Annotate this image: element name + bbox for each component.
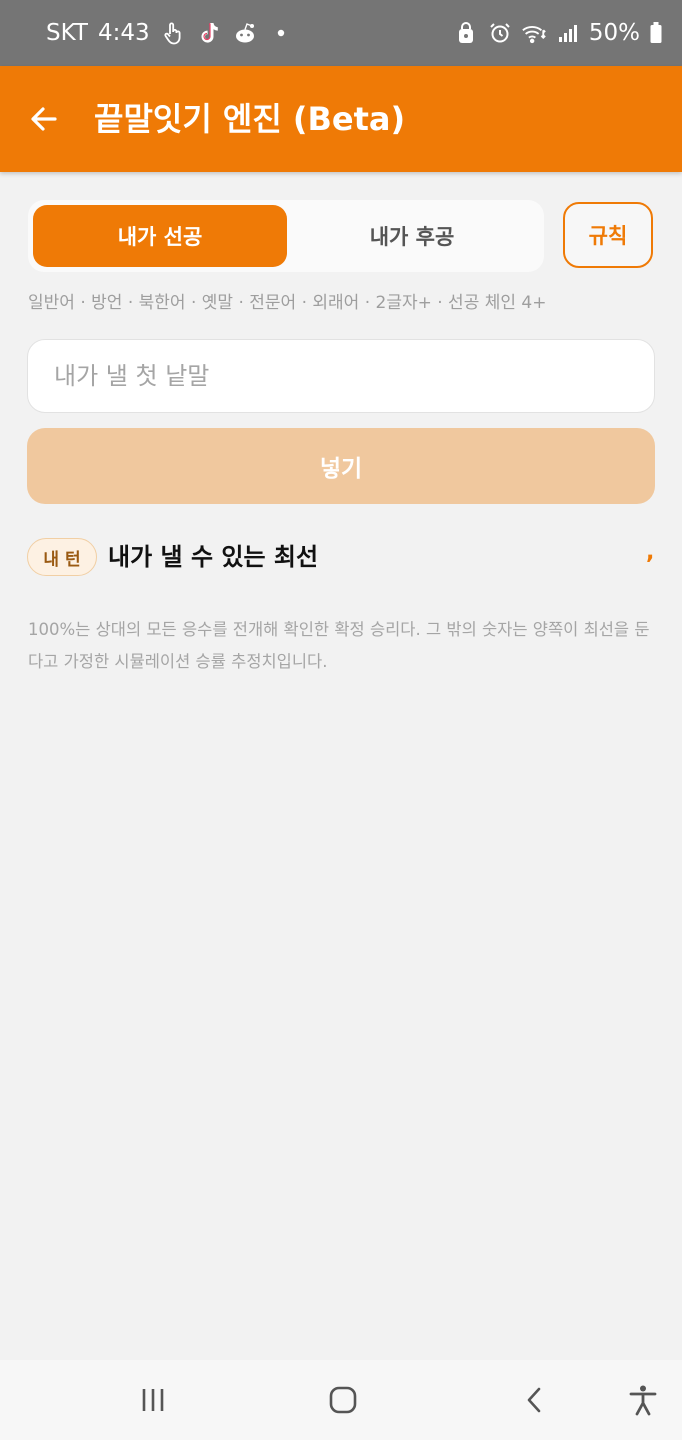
status-left: SKT 4:43 [46, 0, 294, 66]
status-right: 50% [453, 0, 664, 66]
touch-icon [160, 20, 186, 46]
page-title: 끝말잇기 엔진 (Beta) [94, 100, 406, 138]
signal-icon [555, 20, 581, 46]
alarm-icon [487, 20, 513, 46]
accessibility-button[interactable] [619, 1378, 667, 1422]
tab-go-first[interactable]: 내가 선공 [33, 205, 287, 267]
recent-apps-icon [142, 1389, 164, 1411]
filter-summary: 일반어 · 방언 · 북한어 · 옛말 · 전문어 · 외래어 · 2글자+ ·… [28, 293, 547, 313]
tab-go-second[interactable]: 내가 후공 [285, 205, 539, 267]
home-button[interactable] [319, 1378, 367, 1422]
status-bar: SKT 4:43 50% [0, 0, 682, 66]
carrier-label: SKT [46, 20, 88, 46]
system-nav-bar [0, 1360, 682, 1440]
arrow-left-icon [31, 107, 57, 131]
recent-apps-button[interactable] [129, 1378, 177, 1422]
vpn-lock-icon [453, 20, 479, 46]
battery-percent: 50% [588, 20, 640, 46]
section-mark: , [646, 540, 655, 565]
accessibility-icon [629, 1385, 657, 1416]
tiktok-icon [196, 20, 222, 46]
wifi-icon [521, 20, 547, 46]
turn-badge: 내 턴 [27, 538, 97, 576]
home-icon [329, 1386, 357, 1414]
clock: 4:43 [97, 20, 150, 46]
first-word-input[interactable] [27, 339, 655, 413]
app-bar: 끝말잇기 엔진 (Beta) [0, 66, 682, 172]
win-rate-note: 100%는 상대의 모든 응수를 전개해 확인한 확정 승리다. 그 밖의 숫자… [28, 620, 650, 671]
battery-icon [648, 20, 664, 46]
order-toggle: 내가 선공 내가 후공 [28, 200, 544, 272]
back-button[interactable] [24, 99, 64, 139]
back-nav-button[interactable] [511, 1378, 559, 1422]
back-icon [527, 1387, 541, 1413]
rules-button[interactable]: 규칙 [563, 202, 653, 268]
reddit-icon [232, 20, 258, 46]
section-title: 내가 낼 수 있는 최선 [108, 543, 319, 571]
submit-button[interactable]: 넣기 [27, 428, 655, 504]
dot-icon [268, 20, 294, 46]
